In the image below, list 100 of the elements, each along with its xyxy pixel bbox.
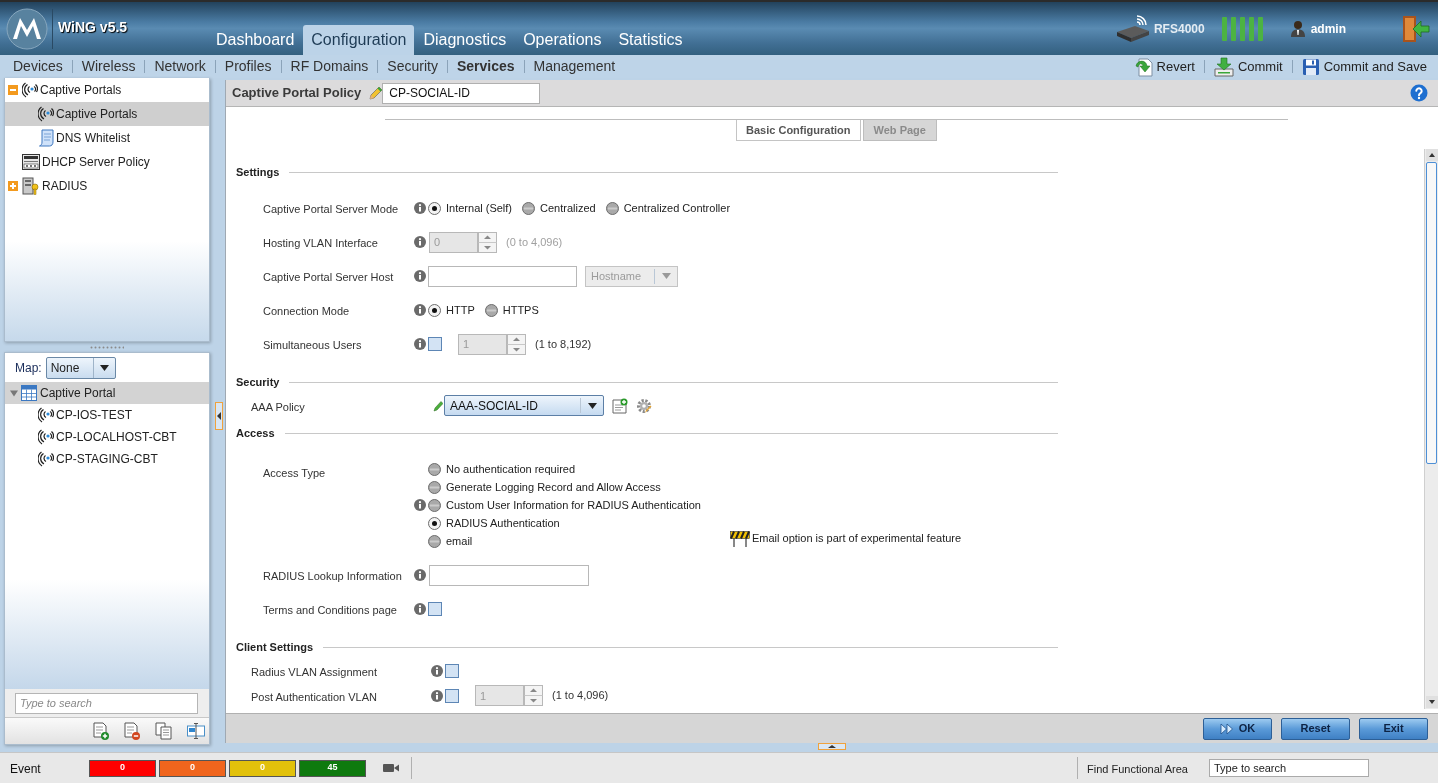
section-title: Client Settings: [236, 639, 313, 655]
scroll-up-icon[interactable]: [1425, 149, 1438, 161]
radio-button[interactable]: [522, 201, 536, 215]
range-text: (1 to 8,192): [535, 336, 592, 352]
nav-tab[interactable]: Diagnostics: [415, 25, 515, 55]
barrier-icon: [730, 529, 750, 547]
tree-item[interactable]: RADIUS: [5, 174, 209, 198]
dialog-button[interactable]: OK: [1203, 717, 1272, 740]
sub-nav-tab[interactable]: Security: [378, 56, 447, 77]
sub-nav-tab[interactable]: Wireless: [72, 56, 145, 77]
toolbar-button[interactable]: Commit: [1204, 56, 1292, 77]
radio-button[interactable]: [428, 516, 441, 530]
signal-waves-icon: [22, 82, 38, 98]
text-field[interactable]: [429, 564, 589, 586]
section-title: Security: [236, 374, 280, 390]
nav-tab[interactable]: Operations: [515, 25, 610, 55]
download-tray-icon: [1213, 56, 1234, 77]
status-bars-icon: [1221, 16, 1263, 41]
caret-down-icon[interactable]: [10, 389, 18, 397]
split-view-icon[interactable]: [187, 723, 205, 739]
option-label: Generate Logging Record and Allow Access: [446, 479, 661, 495]
caret-icon: [99, 364, 109, 371]
scrollbar-thumb[interactable]: [1426, 162, 1437, 464]
help-icon[interactable]: [1410, 84, 1428, 102]
sub-nav-tab[interactable]: RF Domains: [281, 56, 378, 77]
map-label: Map:: [15, 359, 42, 377]
search-field[interactable]: Type to search: [1209, 759, 1369, 777]
gear-icon[interactable]: [636, 397, 652, 414]
remove-document-icon[interactable]: [124, 722, 140, 740]
radio-button[interactable]: [428, 462, 441, 476]
tree-group-item[interactable]: Captive Portal: [5, 382, 209, 404]
field-label: Post Authentication VLAN: [251, 690, 377, 703]
checkbox[interactable]: [445, 663, 459, 678]
event-count: 45: [299, 759, 366, 777]
tree-item[interactable]: DHCP Server Policy: [5, 150, 209, 174]
spinner-arrows-icon[interactable]: [524, 685, 543, 706]
caret-icon: [661, 273, 671, 279]
exit-door-icon[interactable]: [1400, 14, 1430, 43]
radio-button[interactable]: [484, 303, 498, 317]
form-tab[interactable]: Basic Configuration: [736, 120, 861, 141]
dialog-button[interactable]: Exit: [1359, 717, 1428, 740]
text-field[interactable]: [428, 265, 577, 287]
radio-button[interactable]: [428, 201, 441, 215]
spinner-arrows-icon[interactable]: [478, 231, 497, 253]
add-document-icon[interactable]: [93, 722, 109, 740]
sub-nav-tab[interactable]: Devices: [4, 56, 72, 77]
name-field[interactable]: CP-SOCIAL-ID: [382, 82, 541, 104]
tree-item[interactable]: Captive Portals: [5, 102, 209, 126]
collapse-handle-icon[interactable]: [215, 402, 223, 430]
table-icon: [21, 385, 37, 401]
radio-button[interactable]: [428, 303, 441, 317]
field-label: Captive Portal Server Mode: [263, 203, 399, 215]
section-title: Settings: [236, 164, 280, 180]
sub-nav-tab[interactable]: Management: [524, 56, 625, 77]
sub-nav-tab[interactable]: Profiles: [215, 56, 281, 77]
option-label: RADIUS Authentication: [446, 515, 560, 531]
user-icon: [1289, 20, 1306, 37]
camera-icon[interactable]: [383, 763, 399, 773]
dialog-button[interactable]: Reset: [1281, 717, 1350, 740]
nav-tab[interactable]: Dashboard: [208, 25, 303, 55]
radio-button[interactable]: [428, 480, 441, 494]
field-label: Access Type: [263, 467, 326, 479]
tree-item[interactable]: CP-LOCALHOST-CBT: [5, 426, 209, 448]
nav-tab[interactable]: Statistics: [610, 25, 691, 55]
option-label: Internal (Self): [446, 200, 513, 216]
nav-tab[interactable]: Configuration: [303, 25, 415, 55]
field-label: Hosting VLAN Interface: [263, 237, 378, 249]
scrollbar[interactable]: [1424, 149, 1438, 709]
sub-nav-tab[interactable]: Services: [447, 56, 524, 77]
signal-waves-icon: [38, 429, 54, 445]
radio-button[interactable]: [605, 201, 619, 215]
sub-nav-tab[interactable]: Network: [145, 56, 215, 77]
radio-button[interactable]: [428, 498, 441, 512]
checkbox[interactable]: [428, 337, 442, 351]
find-label: Find Functional Area: [1087, 763, 1188, 775]
product-name: WiNG v5.5: [58, 17, 128, 37]
copy-icon[interactable]: [155, 722, 172, 740]
double-arrow-icon: [1219, 722, 1234, 735]
checkbox[interactable]: [428, 602, 442, 616]
spinner-arrows-icon[interactable]: [507, 333, 526, 355]
toolbar-button[interactable]: Revert: [1125, 56, 1204, 77]
tree-item[interactable]: DNS Whitelist: [5, 126, 209, 150]
radio-button[interactable]: [428, 534, 441, 548]
dropdown[interactable]: AAA-SOCIAL-ID: [444, 395, 604, 416]
tree-item[interactable]: Captive Portals: [5, 78, 209, 102]
tree-item[interactable]: CP-IOS-TEST: [5, 404, 209, 426]
map-dropdown[interactable]: None: [45, 356, 116, 379]
tree-item[interactable]: CP-STAGING-CBT: [5, 448, 209, 470]
expand-handle-icon[interactable]: [818, 743, 846, 750]
field-label: Simultaneous Users: [263, 339, 362, 351]
option-label: Centralized: [540, 200, 596, 216]
toolbar-button[interactable]: Commit and Save: [1292, 56, 1436, 77]
checkbox[interactable]: [445, 688, 459, 703]
range-text: (0 to 4,096): [506, 234, 563, 250]
option-label: No authentication required: [446, 461, 576, 477]
signal-waves-icon: [38, 106, 54, 122]
scroll-down-icon[interactable]: [1425, 696, 1438, 708]
add-document-icon[interactable]: [612, 397, 628, 414]
event-label: Event: [10, 762, 41, 776]
search-field[interactable]: Type to search: [15, 692, 198, 714]
